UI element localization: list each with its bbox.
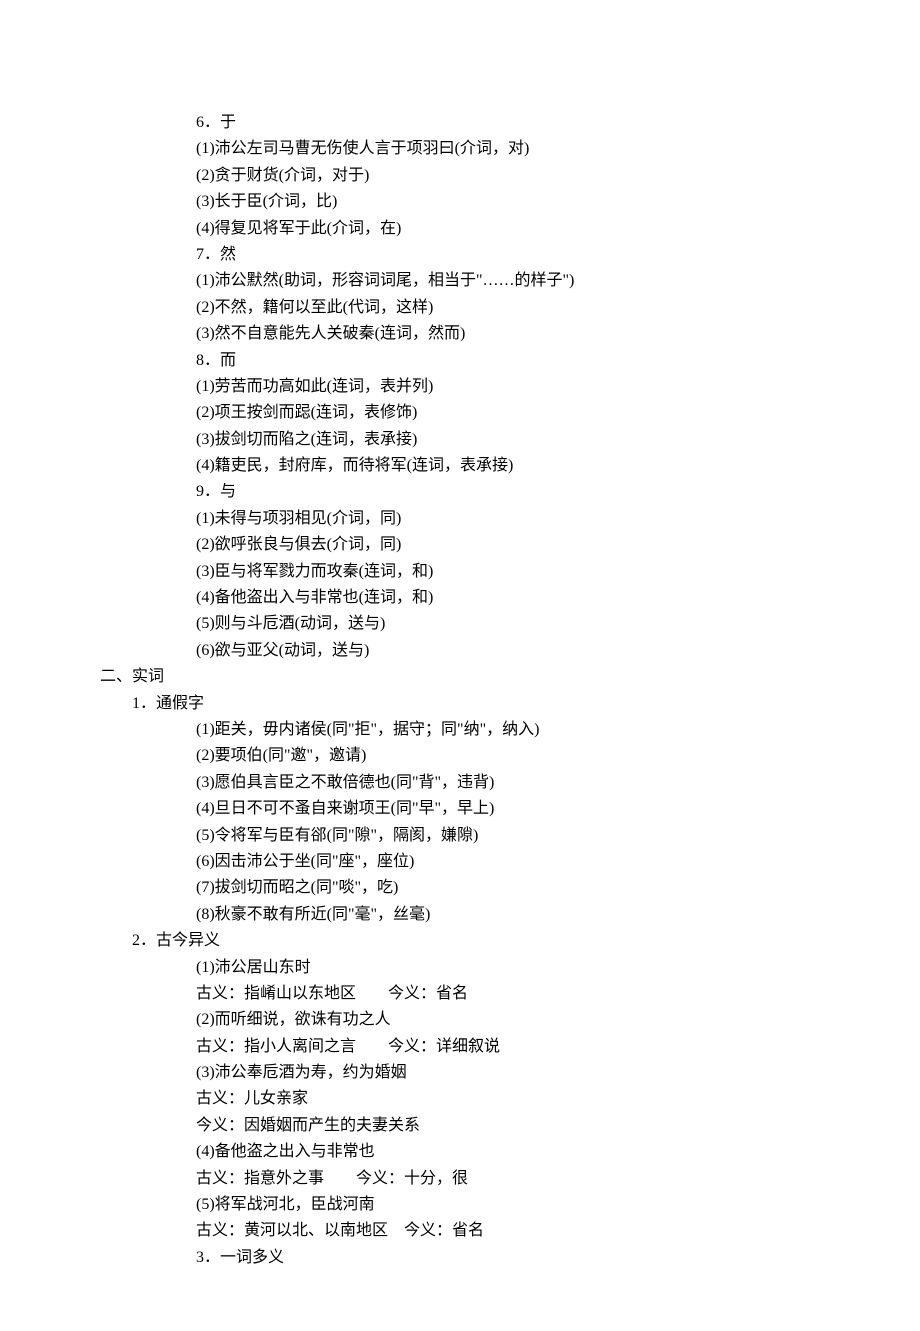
- text-content: 6．于(1)沛公左司马曹无伤使人言于项羽曰(介词，对)(2)贪于财货(介词，对于…: [100, 110, 820, 1271]
- text-line: (2)欲呼张良与俱去(介词，同): [196, 532, 820, 558]
- text-line: (3)臣与将军戮力而攻秦(连词，和): [196, 559, 820, 585]
- text-line: 6．于: [196, 110, 820, 136]
- text-line: 3．一词多义: [196, 1245, 820, 1271]
- text-line: 二、实词: [100, 664, 820, 690]
- text-line: (4)旦日不可不蚤自来谢项王(同"早"，早上): [196, 796, 820, 822]
- text-line: (3)愿伯具言臣之不敢倍德也(同"背"，违背): [196, 770, 820, 796]
- text-line: (4)籍吏民，封府库，而待将军(连词，表承接): [196, 453, 820, 479]
- text-line: (3)长于臣(介词，比): [196, 189, 820, 215]
- text-line: 古义：指崤山以东地区 今义：省名: [196, 981, 820, 1007]
- text-line: (6)欲与亚父(动词，送与): [196, 638, 820, 664]
- text-line: 9．与: [196, 479, 820, 505]
- text-line: (6)因击沛公于坐(同"座"，座位): [196, 849, 820, 875]
- text-line: (5)令将军与臣有郤(同"隙"，隔阂，嫌隙): [196, 823, 820, 849]
- text-line: (5)将军战河北，臣战河南: [196, 1192, 820, 1218]
- text-line: (4)备他盗之出入与非常也: [196, 1139, 820, 1165]
- text-line: (1)距关，毋内诸侯(同"拒"，据守；同"纳"，纳入): [196, 717, 820, 743]
- text-line: (2)要项伯(同"邀"，邀请): [196, 743, 820, 769]
- text-line: 古义：儿女亲家: [196, 1086, 820, 1112]
- text-line: (2)不然，籍何以至此(代词，这样): [196, 295, 820, 321]
- text-line: (1)劳苦而功高如此(连词，表并列): [196, 374, 820, 400]
- text-line: (3)然不自意能先人关破秦(连词，然而): [196, 321, 820, 347]
- text-line: (1)沛公默然(助词，形容词词尾，相当于"……的样子"): [196, 268, 820, 294]
- text-line: 今义：因婚姻而产生的夫妻关系: [196, 1113, 820, 1139]
- text-line: (8)秋豪不敢有所近(同"毫"，丝毫): [196, 902, 820, 928]
- text-line: (3)拔剑切而陷之(连词，表承接): [196, 427, 820, 453]
- text-line: 2．古今异义: [132, 928, 820, 954]
- text-line: 8．而: [196, 348, 820, 374]
- text-line: 古义：黄河以北、以南地区 今义：省名: [196, 1218, 820, 1244]
- text-line: (2)而听细说，欲诛有功之人: [196, 1007, 820, 1033]
- text-line: (5)则与斗卮酒(动词，送与): [196, 611, 820, 637]
- text-line: (4)得复见将军于此(介词，在): [196, 216, 820, 242]
- text-line: (1)沛公左司马曹无伤使人言于项羽曰(介词，对): [196, 136, 820, 162]
- text-line: (3)沛公奉卮酒为寿，约为婚姻: [196, 1060, 820, 1086]
- text-line: 7．然: [196, 242, 820, 268]
- document-page: 6．于(1)沛公左司马曹无伤使人言于项羽曰(介词，对)(2)贪于财货(介词，对于…: [0, 0, 920, 1331]
- text-line: 古义：指小人离间之言 今义：详细叙说: [196, 1034, 820, 1060]
- text-line: (1)未得与项羽相见(介词，同): [196, 506, 820, 532]
- text-line: 古义：指意外之事 今义：十分，很: [196, 1166, 820, 1192]
- text-line: (2)贪于财货(介词，对于): [196, 163, 820, 189]
- text-line: (4)备他盗出入与非常也(连词，和): [196, 585, 820, 611]
- text-line: (2)项王按剑而跽(连词，表修饰): [196, 400, 820, 426]
- text-line: (1)沛公居山东时: [196, 955, 820, 981]
- text-line: 1．通假字: [132, 691, 820, 717]
- text-line: (7)拔剑切而昭之(同"啖"，吃): [196, 875, 820, 901]
